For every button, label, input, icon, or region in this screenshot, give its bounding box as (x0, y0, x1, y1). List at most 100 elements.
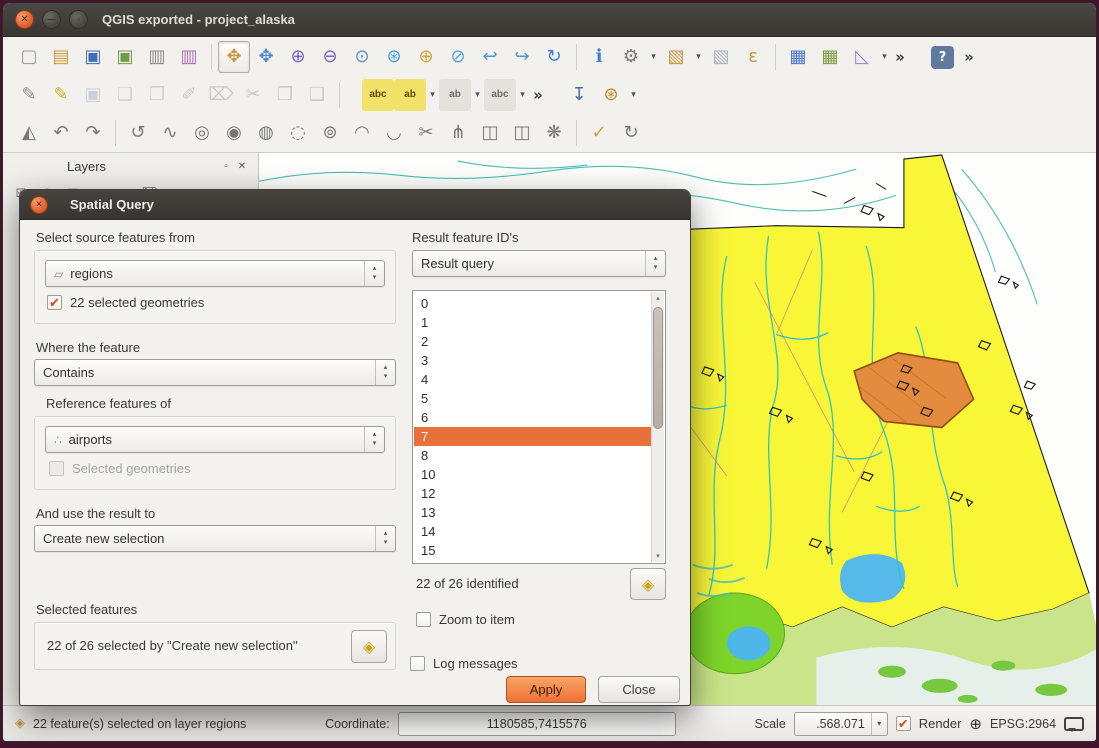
enable-advanced-digitizing[interactable]: ◭ (13, 117, 45, 149)
zoom-to-item-checkbox[interactable]: ✔ Zoom to item (416, 612, 515, 627)
select-by-expression[interactable]: ε (737, 41, 769, 73)
new-print-composer[interactable]: ▥ (141, 41, 173, 73)
result-id-item[interactable]: 15 (414, 541, 651, 560)
messages-bubble-icon[interactable] (1064, 717, 1084, 731)
result-id-item[interactable]: 7 (414, 427, 651, 446)
window-minimize-button[interactable]: — (42, 10, 61, 29)
save-project[interactable]: ▣ (77, 41, 109, 73)
check-validity[interactable]: ✓ (583, 117, 615, 149)
rotate-feature[interactable]: ↺ (122, 117, 154, 149)
scroll-up-icon[interactable]: ▴ (652, 292, 664, 304)
current-edits[interactable]: ✎ (13, 79, 45, 111)
operation-combo[interactable]: Contains ▴▾ (34, 359, 396, 386)
result-query-combo[interactable]: Result query ▴▾ (412, 250, 666, 277)
dialog-close-button[interactable]: ✕ (30, 196, 48, 214)
pan-to-selection[interactable]: ✥ (250, 41, 282, 73)
titlebar[interactable]: ✕ — ▫ QGIS exported - project_alaska (3, 3, 1096, 37)
save-project-as[interactable]: ▣ (109, 41, 141, 73)
result-id-item[interactable]: 1 (414, 313, 651, 332)
reload-edits[interactable]: ↻ (615, 117, 647, 149)
result-id-item[interactable]: 0 (414, 294, 651, 313)
offline-editing[interactable]: ↧ (563, 79, 595, 111)
split-parts[interactable]: ⋔ (442, 117, 474, 149)
offset-curve[interactable]: ◠ (346, 117, 378, 149)
result-id-item[interactable]: 4 (414, 370, 651, 389)
save-layer-edits[interactable]: ▣ (77, 79, 109, 111)
source-layer-combo[interactable]: ▱ regions ▴▾ (45, 260, 385, 287)
scale-combo[interactable]: .568.071 ▾ (794, 712, 888, 736)
undo[interactable]: ↶ (45, 117, 77, 149)
globe-plugin[interactable]: ⊛ (595, 79, 627, 111)
result-id-item[interactable]: 14 (414, 522, 651, 541)
zoom-to-selection[interactable]: ⊕ (410, 41, 442, 73)
refresh-map[interactable]: ↻ (538, 41, 570, 73)
show-selected-button[interactable]: ◈ (351, 630, 387, 663)
delete-selected[interactable]: ⌦ (205, 79, 237, 111)
result-id-item[interactable]: 6 (414, 408, 651, 427)
zoom-native[interactable]: ⊙ (346, 41, 378, 73)
zoom-out[interactable]: ⊖ (314, 41, 346, 73)
run-feature-action-dropdown[interactable]: ▾ (647, 41, 660, 73)
coordinate-input[interactable] (398, 712, 676, 736)
paste-features[interactable]: ❑ (301, 79, 333, 111)
window-close-button[interactable]: ✕ (15, 10, 34, 29)
composer-manager[interactable]: ▥ (173, 41, 205, 73)
label-highlight[interactable]: ab (439, 79, 471, 111)
layers-panel-header[interactable]: Layers ▫ ✕ (3, 153, 258, 179)
render-checkbox[interactable]: ✔ Render (896, 716, 962, 731)
toolbar-overflow[interactable]: » (891, 41, 909, 73)
add-part[interactable]: ◉ (218, 117, 250, 149)
toolbar-overflow[interactable]: » (960, 41, 978, 73)
label-pin-dropdown[interactable]: ▾ (426, 79, 439, 111)
zoom-in[interactable]: ⊕ (282, 41, 314, 73)
label-rules-dropdown[interactable]: ▾ (516, 79, 529, 111)
open-attribute-table[interactable]: ▦ (782, 41, 814, 73)
result-id-item[interactable]: 5 (414, 389, 651, 408)
run-feature-action[interactable]: ⚙ (615, 41, 647, 73)
measure[interactable]: ◺ (846, 41, 878, 73)
delete-part[interactable]: ⊚ (314, 117, 346, 149)
scroll-down-icon[interactable]: ▾ (652, 550, 664, 562)
help[interactable]: ? (931, 46, 954, 69)
result-id-item[interactable]: 12 (414, 484, 651, 503)
add-feature[interactable]: ❏ (109, 79, 141, 111)
result-id-item[interactable]: 10 (414, 465, 651, 484)
redo[interactable]: ↷ (77, 117, 109, 149)
zoom-last[interactable]: ↩ (474, 41, 506, 73)
window-maximize-button[interactable]: ▫ (69, 10, 88, 29)
identify-features[interactable]: ℹ (583, 41, 615, 73)
zoom-full[interactable]: ⊛ (378, 41, 410, 73)
panel-close-icon[interactable]: ✕ (234, 158, 250, 174)
zoom-next[interactable]: ↪ (506, 41, 538, 73)
measure-dropdown[interactable]: ▾ (878, 41, 891, 73)
split-features[interactable]: ✂ (410, 117, 442, 149)
pan-map[interactable]: ✥ (218, 41, 250, 73)
result-id-list[interactable]: 0 1 2 3 4 5 6 (412, 290, 666, 564)
apply-button[interactable]: Apply (506, 676, 586, 703)
delete-ring[interactable]: ◌ (282, 117, 314, 149)
move-feature[interactable]: ❐ (141, 79, 173, 111)
add-ring[interactable]: ◎ (186, 117, 218, 149)
log-messages-checkbox[interactable]: ✔ Log messages (410, 656, 518, 671)
plugin-dropdown[interactable]: ▾ (627, 79, 640, 111)
label-pin[interactable]: ab (394, 79, 426, 111)
close-button[interactable]: Close (598, 676, 680, 703)
select-identified-button[interactable]: ◈ (630, 568, 666, 600)
open-project[interactable]: ▤ (45, 41, 77, 73)
source-selected-checkbox[interactable]: ✔ 22 selected geometries (47, 295, 204, 310)
reshape-features[interactable]: ◡ (378, 117, 410, 149)
result-use-combo[interactable]: Create new selection ▴▾ (34, 525, 396, 552)
copy-features[interactable]: ❐ (269, 79, 301, 111)
select-features[interactable]: ▧ (660, 41, 692, 73)
result-id-item[interactable]: 2 (414, 332, 651, 351)
simplify-feature[interactable]: ∿ (154, 117, 186, 149)
dialog-titlebar[interactable]: ✕ Spatial Query (20, 190, 690, 220)
deselect-features[interactable]: ▧ (705, 41, 737, 73)
label-settings[interactable]: abc (362, 79, 394, 111)
cut-features[interactable]: ✂ (237, 79, 269, 111)
merge-feature-attributes[interactable]: ◫ (506, 117, 538, 149)
crs-globe-icon[interactable]: ⊕ (969, 715, 982, 733)
list-scrollbar[interactable]: ▴ ▾ (651, 292, 664, 562)
fill-ring[interactable]: ◍ (250, 117, 282, 149)
merge-features[interactable]: ◫ (474, 117, 506, 149)
